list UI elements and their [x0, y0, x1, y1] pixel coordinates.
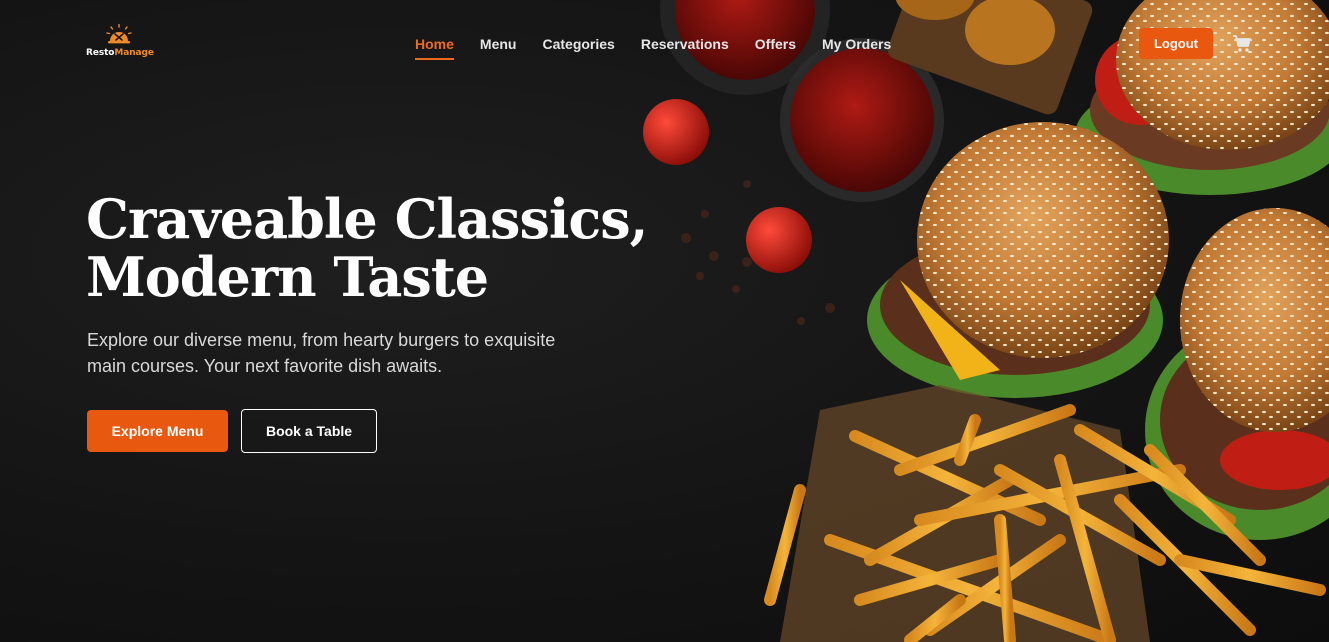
explore-menu-button[interactable]: Explore Menu [87, 410, 228, 452]
hero-title-line-1: Craveable Classics, [86, 187, 648, 251]
cart-icon[interactable] [1232, 34, 1252, 54]
nav-item-home[interactable]: Home [415, 36, 454, 60]
hero-food-image [643, 0, 1329, 642]
brand-name: RestoManage [86, 48, 154, 58]
logout-button[interactable]: Logout [1139, 28, 1213, 59]
nav-item-categories[interactable]: Categories [542, 36, 614, 58]
main-nav: Home Menu Categories Reservations Offers… [415, 36, 917, 60]
nav-item-offers[interactable]: Offers [755, 36, 796, 58]
nav-item-reservations[interactable]: Reservations [641, 36, 729, 58]
hero-title: Craveable Classics, Modern Taste [86, 187, 648, 309]
hero-subtitle: Explore our diverse menu, from hearty bu… [87, 327, 607, 379]
hero-title-line-2: Modern Taste [86, 245, 489, 309]
brand-logo[interactable]: RestoManage [86, 24, 154, 60]
hero-subtitle-line-1: Explore our diverse menu, from hearty bu… [87, 330, 556, 350]
chef-dish-icon [106, 24, 132, 44]
hero-subtitle-line-2: main courses. Your next favorite dish aw… [87, 356, 443, 376]
book-table-button[interactable]: Book a Table [241, 409, 377, 453]
nav-item-menu[interactable]: Menu [480, 36, 517, 58]
nav-item-my-orders[interactable]: My Orders [822, 36, 891, 58]
